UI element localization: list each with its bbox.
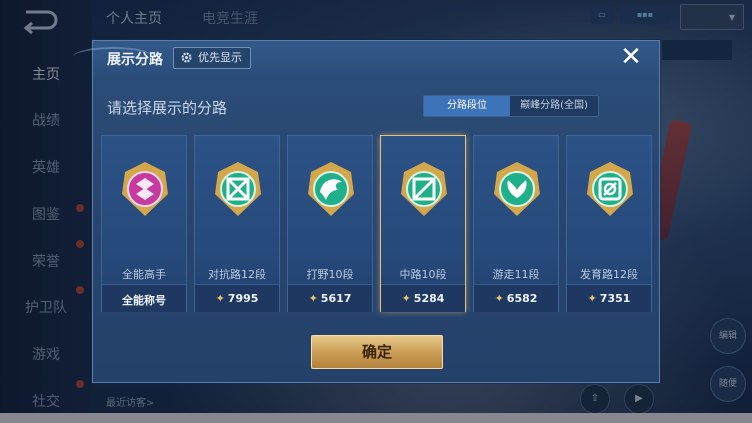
lane-card-score-value: 7351 bbox=[599, 292, 631, 305]
all-round-emblem-icon bbox=[122, 162, 168, 216]
lane-card-score: ✦ 7995 bbox=[195, 292, 279, 305]
segment-toggle: 分路段位 巅峰分路(全国) bbox=[423, 95, 599, 117]
lane-card-name: 中路10段 bbox=[399, 268, 447, 281]
lane-card-name: 游走11段 bbox=[492, 268, 540, 281]
priority-display-label: 优先显示 bbox=[198, 51, 242, 64]
lane-card-score: ✦ 5284 bbox=[381, 292, 465, 305]
lane-card-footer: ✦ 7995 bbox=[195, 284, 279, 312]
lane-card-score-value: 5284 bbox=[413, 292, 445, 305]
lane-card-score: ✦ 6582 bbox=[474, 292, 558, 305]
lane-card-score-value: 5617 bbox=[320, 292, 352, 305]
close-button[interactable]: ✕ bbox=[617, 44, 645, 72]
farm-lane-emblem-icon bbox=[587, 162, 633, 216]
lane-card-clash[interactable]: 对抗路12段 ✦ 7995 bbox=[194, 135, 280, 312]
lane-card-name: 打野10段 bbox=[306, 268, 354, 281]
lane-card-farm[interactable]: 发育路12段 ✦ 7351 bbox=[566, 135, 652, 312]
lane-card-score: ✦ 5617 bbox=[288, 292, 372, 305]
segment-lane-rank[interactable]: 分路段位 bbox=[424, 96, 510, 116]
lane-card-footer: ✦ 5617 bbox=[288, 284, 372, 312]
lane-card-name: 发育路12段 bbox=[580, 268, 638, 281]
close-icon: ✕ bbox=[620, 42, 642, 72]
clash-lane-emblem-icon bbox=[215, 162, 261, 216]
lane-card-footer: ✦ 7351 bbox=[567, 284, 651, 312]
lane-card-footer: ✦ 5284 bbox=[381, 284, 465, 312]
lane-card-mid[interactable]: 中路10段 ✦ 5284 bbox=[380, 135, 466, 312]
lane-card-score-value: 6582 bbox=[506, 292, 538, 305]
peak-star-icon: ✦ bbox=[494, 292, 504, 305]
segment-peak-lane[interactable]: 巅峰分路(全国) bbox=[510, 96, 598, 116]
priority-display-button[interactable]: 优先显示 bbox=[173, 47, 251, 69]
peak-star-icon: ✦ bbox=[587, 292, 597, 305]
mid-lane-emblem-icon bbox=[401, 162, 447, 216]
modal-subtitle: 请选择展示的分路 bbox=[107, 99, 228, 117]
lane-card-jungle[interactable]: 打野10段 ✦ 5617 bbox=[287, 135, 373, 312]
lane-card-score-value: 7995 bbox=[227, 292, 259, 305]
peak-star-icon: ✦ bbox=[308, 292, 318, 305]
peak-star-icon: ✦ bbox=[215, 292, 225, 305]
lane-card-footer: ✦ 6582 bbox=[474, 284, 558, 312]
confirm-button[interactable]: 确定 bbox=[311, 335, 443, 369]
modal-title: 展示分路 bbox=[107, 52, 163, 68]
peak-star-icon: ✦ bbox=[401, 292, 411, 305]
lane-card-footer: 全能称号 bbox=[102, 284, 186, 312]
lane-card-roam[interactable]: 游走11段 ✦ 6582 bbox=[473, 135, 559, 312]
lane-card-score: ✦ 7351 bbox=[567, 292, 651, 305]
lane-display-modal: 展示分路 优先显示 ✕ 请选择展示的分路 分路段位 巅峰分路(全国) 全能高手 bbox=[73, 40, 660, 383]
gear-icon bbox=[181, 52, 192, 63]
roam-emblem-icon bbox=[494, 162, 540, 216]
modal-header: 展示分路 优先显示 ✕ bbox=[73, 41, 659, 75]
jungle-emblem-icon bbox=[308, 162, 354, 216]
lane-card-title: 全能称号 bbox=[122, 294, 166, 307]
lane-card-name: 全能高手 bbox=[122, 268, 166, 281]
lane-card-all-round[interactable]: 全能高手 全能称号 bbox=[101, 135, 187, 312]
lane-card-name: 对抗路12段 bbox=[208, 268, 266, 281]
